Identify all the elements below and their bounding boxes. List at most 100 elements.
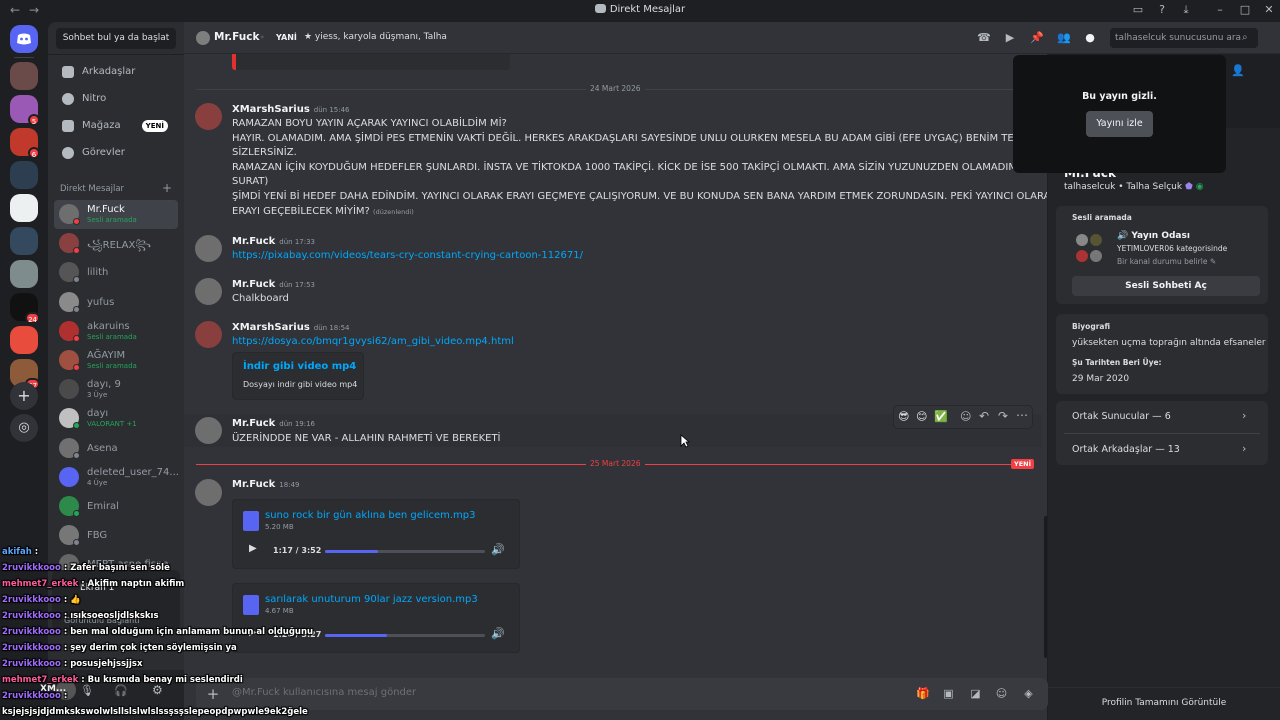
add-reaction-icon[interactable]: ☺ [960,410,971,423]
audio-title[interactable]: suno rock bir gün aklına ben gelicem.mp3 [265,510,476,521]
audio-progress-bar[interactable] [325,550,485,553]
voice-status[interactable]: Bir kanal durumu belirle ✎ [1117,257,1216,266]
author-name[interactable]: Mr.Fuck [232,479,275,490]
home-dm-button[interactable] [10,25,38,53]
help-icon[interactable]: ? [1156,4,1168,16]
more-options-icon[interactable]: ⋯ [1016,408,1028,422]
minimize-icon[interactable]: – [1214,4,1226,16]
dm-item[interactable]: ꧁RELAX꧂ [54,229,178,258]
gift-icon[interactable]: 🎁 [916,687,930,700]
message-author[interactable]: XMarshSarius dün 18:54 [232,322,350,333]
author-name[interactable]: XMarshSarius [232,322,310,333]
message-author[interactable]: Mr.Fuck dün 19:16 [232,418,315,429]
volume-icon[interactable]: 🔊 [491,543,505,556]
server-icon[interactable] [10,194,38,222]
inbox-icon[interactable]: ▭ [1132,4,1144,16]
reaction-quick-2-icon[interactable]: 😊 [916,410,927,423]
avatar[interactable] [195,417,222,444]
nav-nitro[interactable]: Nitro [54,87,178,111]
volume-icon[interactable]: 🔊 [491,627,505,640]
reply-icon[interactable]: ↶ [979,409,989,423]
message-author[interactable]: Mr.Fuck dün 17:33 [232,236,315,247]
mutual-servers-row[interactable]: Ortak Sunucular — 6 › [1056,401,1268,433]
add-friends-to-dm-icon[interactable]: 👥 [1057,31,1071,45]
maximize-icon[interactable]: □ [1239,4,1251,16]
avatar[interactable] [195,235,222,262]
settings-gear-icon[interactable]: ⚙ [152,683,163,697]
search-input[interactable]: talhaselcuk sunucusunu ara [1110,28,1258,48]
dm-item[interactable]: deleted_user_74... 4 Üye [54,463,179,492]
close-icon[interactable]: ✕ [1263,4,1275,16]
voice-channel[interactable]: 🔊 Yayın Odası [1117,231,1190,241]
mic-icon[interactable]: 🎙 [80,684,94,697]
server-icon[interactable]: 24 [10,293,40,324]
message-author[interactable]: XMarshSarius dün 15:46 [232,104,350,115]
reaction-check-icon[interactable]: ✅ [934,410,948,423]
avatar[interactable] [195,479,222,506]
view-full-profile-link[interactable]: Profilin Tamamını Görüntüle [1048,698,1280,708]
dm-item[interactable]: akaruins Sesli aramada [54,317,178,346]
add-server-icon[interactable]: + [10,382,38,410]
dm-item[interactable]: yufus [54,288,178,317]
server-icon[interactable]: 5 [10,95,40,126]
author-name[interactable]: Mr.Fuck [232,236,275,247]
message-author[interactable]: Mr.Fuck dün 17:53 [232,279,315,290]
headphones-icon[interactable]: 🎧 [114,684,128,697]
audio-file-icon [243,595,259,615]
open-voice-chat-button[interactable]: Sesli Sohbeti Aç [1072,276,1260,296]
nav-friends[interactable]: Arkadaşlar [54,60,178,84]
sticker-icon[interactable]: ◪ [969,687,982,700]
create-dm-icon[interactable]: + [162,181,172,195]
avatar[interactable] [195,278,222,305]
dm-item[interactable]: dayı VALORANT +1 [54,404,178,433]
audio-title[interactable]: sarılarak unuturum 90lar jazz version.mp… [265,594,478,605]
dm-item[interactable]: Asena [54,434,178,463]
nav-shop[interactable]: Mağaza YENİ [54,114,178,138]
server-icon[interactable] [10,227,38,255]
avatar[interactable] [195,103,222,130]
server-icon[interactable] [10,62,38,90]
dm-item[interactable]: Mr.Fuck Sesli aramada [54,200,178,229]
dm-item[interactable]: FBG [54,521,178,550]
server-icon[interactable] [10,161,38,189]
forward-icon[interactable]: ↷ [998,409,1008,423]
dm-search-button[interactable]: Sohbet bul ya da başlat [56,28,176,49]
discover-icon[interactable]: ◎ [10,414,38,442]
embed-title[interactable]: İndir gibi video mp4 [243,361,356,372]
message-author[interactable]: Mr.Fuck 18:49 [232,479,299,490]
nav-quests[interactable]: Görevler [54,141,178,165]
user-profile-icon[interactable]: ● [1083,31,1097,45]
message-link[interactable]: https://pixabay.com/videos/tears-cry-con… [232,249,583,264]
voice-call-icon[interactable]: ☎ [977,31,991,45]
dm-item[interactable]: dayı, 93 Üye [54,375,178,404]
server-icon[interactable] [10,326,38,354]
watch-stream-button[interactable]: Yayını izle [1086,111,1153,137]
scrollbar[interactable] [1044,516,1047,658]
author-name[interactable]: XMarshSarius [232,104,310,115]
add-friend-icon[interactable]: 👤 [1231,64,1245,77]
emoji-icon[interactable]: ☺ [995,687,1008,700]
dm-subtitle: VALORANT +1 [87,420,137,429]
dm-recipient-name[interactable]: Mr.Fuck [214,31,259,43]
upload-plus-icon[interactable]: + [204,685,222,703]
apps-icon[interactable]: ◈ [1022,687,1035,700]
gif-icon[interactable]: ▣ [942,687,955,700]
author-name[interactable]: Mr.Fuck [232,279,275,290]
dm-item[interactable]: Emiral [54,492,178,521]
pinned-messages-icon[interactable]: 📌 [1030,31,1044,45]
server-icon[interactable] [10,260,38,288]
avatar[interactable] [195,321,222,348]
audio-progress-bar[interactable] [325,634,485,637]
dm-item[interactable]: lilith [54,258,178,287]
video-call-icon[interactable]: ▶ [1003,31,1017,45]
server-icon[interactable]: 6 [10,128,40,159]
play-icon[interactable]: ▶ [249,543,257,554]
dm-item[interactable]: AĞAYIM Sesli aramada [54,346,178,375]
message-input[interactable]: @Mr.Fuck kullanıcısına mesaj gönder [232,687,416,698]
message-link[interactable]: https://dosya.co/bmqr1gvysi62/am_gibi_vi… [232,335,514,350]
author-name[interactable]: Mr.Fuck [232,418,275,429]
download-icon[interactable]: ⤓ [1180,4,1192,16]
mutual-friends-row[interactable]: Ortak Arkadaşlar — 13 › [1056,434,1268,465]
reaction-quick-1-icon[interactable]: 😎 [898,410,909,423]
embed-preview[interactable] [232,54,510,70]
